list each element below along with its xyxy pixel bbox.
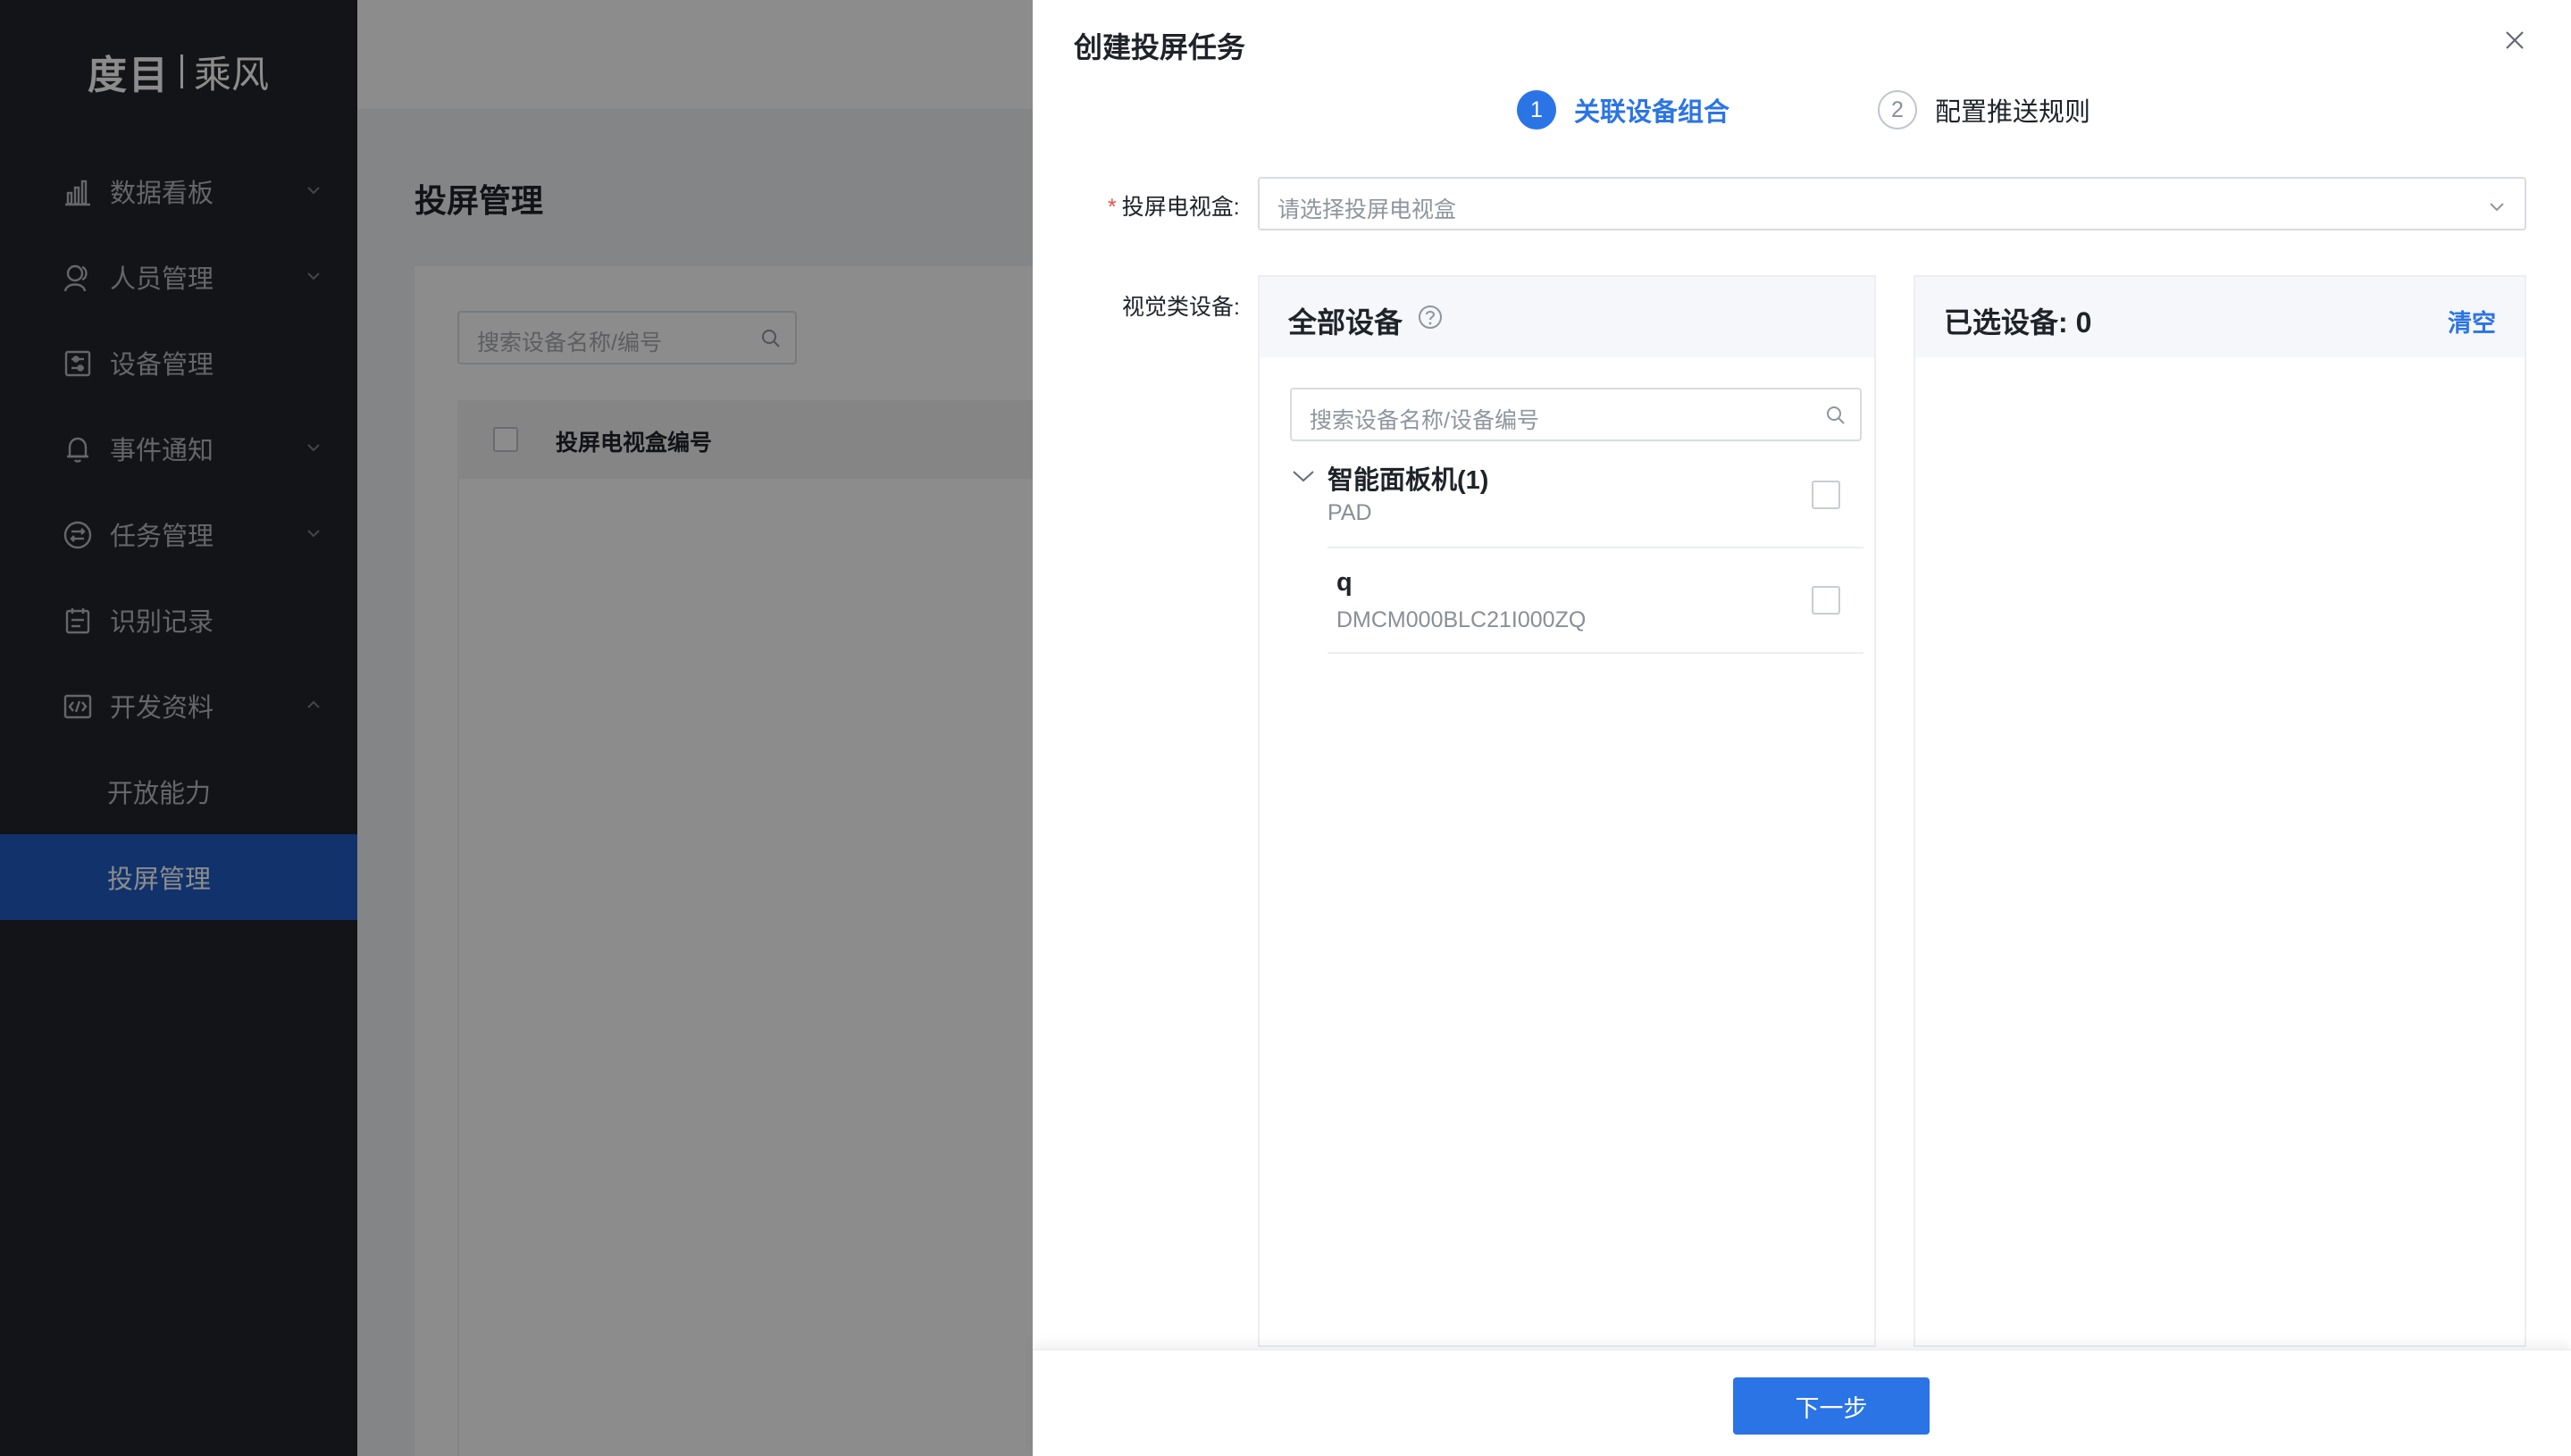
tv-box-label-text: 投屏电视盒: <box>1121 195 1240 220</box>
chevron-down-icon[interactable] <box>1290 463 1317 490</box>
selected-count: 0 <box>2075 306 2092 339</box>
device-group-name: 智能面板机(1) <box>1327 466 1489 495</box>
step-number: 2 <box>1878 90 1917 130</box>
device-search-placeholder: 搜索设备名称/设备编号 <box>1310 408 1539 433</box>
all-devices-panel: 全部设备 搜索设备名称/设备编号 智能面板机(1) PAD q DMCM000B… <box>1258 275 1876 1347</box>
step-label: 配置推送规则 <box>1935 98 2091 127</box>
tv-box-select[interactable]: 请选择投屏电视盒 <box>1258 177 2526 230</box>
selected-devices-header: 已选设备: 0 清空 <box>1915 277 2525 357</box>
device-checkbox[interactable] <box>1812 586 1840 615</box>
group-checkbox[interactable] <box>1812 481 1840 509</box>
divider <box>1327 652 1863 654</box>
clear-button[interactable]: 清空 <box>2448 304 2496 339</box>
selected-devices-title: 已选设备: 0 <box>1944 300 2091 341</box>
device-search-input[interactable]: 搜索设备名称/设备编号 <box>1290 388 1862 441</box>
device-name: q <box>1336 568 1352 597</box>
next-step-button[interactable]: 下一步 <box>1733 1377 1930 1435</box>
selected-devices-panel: 已选设备: 0 清空 <box>1914 275 2526 1347</box>
divider <box>1327 547 1863 548</box>
device-code: DMCM000BLC21I000ZQ <box>1336 607 1587 632</box>
drawer-footer: 下一步 <box>1033 1349 2571 1456</box>
close-icon[interactable] <box>2501 27 2528 54</box>
step-number: 1 <box>1517 90 1556 130</box>
device-group-type: PAD <box>1327 500 1372 525</box>
visual-devices-label: 视觉类设备: <box>1122 295 1240 320</box>
step-label: 关联设备组合 <box>1574 98 1730 127</box>
search-icon <box>1827 406 1845 424</box>
chevron-down-icon <box>2490 203 2504 212</box>
tv-box-placeholder: 请选择投屏电视盒 <box>1277 197 1457 222</box>
help-icon[interactable] <box>1417 304 1444 331</box>
create-cast-task-drawer: 创建投屏任务 1 关联设备组合 2 配置推送规则 * 投屏电视盒: 请选择投屏电视… <box>1033 0 2571 1456</box>
step-2: 2 配置推送规则 <box>1878 89 2090 130</box>
drawer-title: 创建投屏任务 <box>1074 31 1246 63</box>
all-devices-title: 全部设备 <box>1288 306 1403 339</box>
tv-box-label: * 投屏电视盒: <box>1108 189 1240 222</box>
all-devices-header: 全部设备 <box>1260 277 1874 357</box>
selected-devices-label: 已选设备: <box>1944 306 2068 339</box>
required-marker: * <box>1108 195 1117 220</box>
step-1: 1 关联设备组合 <box>1517 89 1729 130</box>
